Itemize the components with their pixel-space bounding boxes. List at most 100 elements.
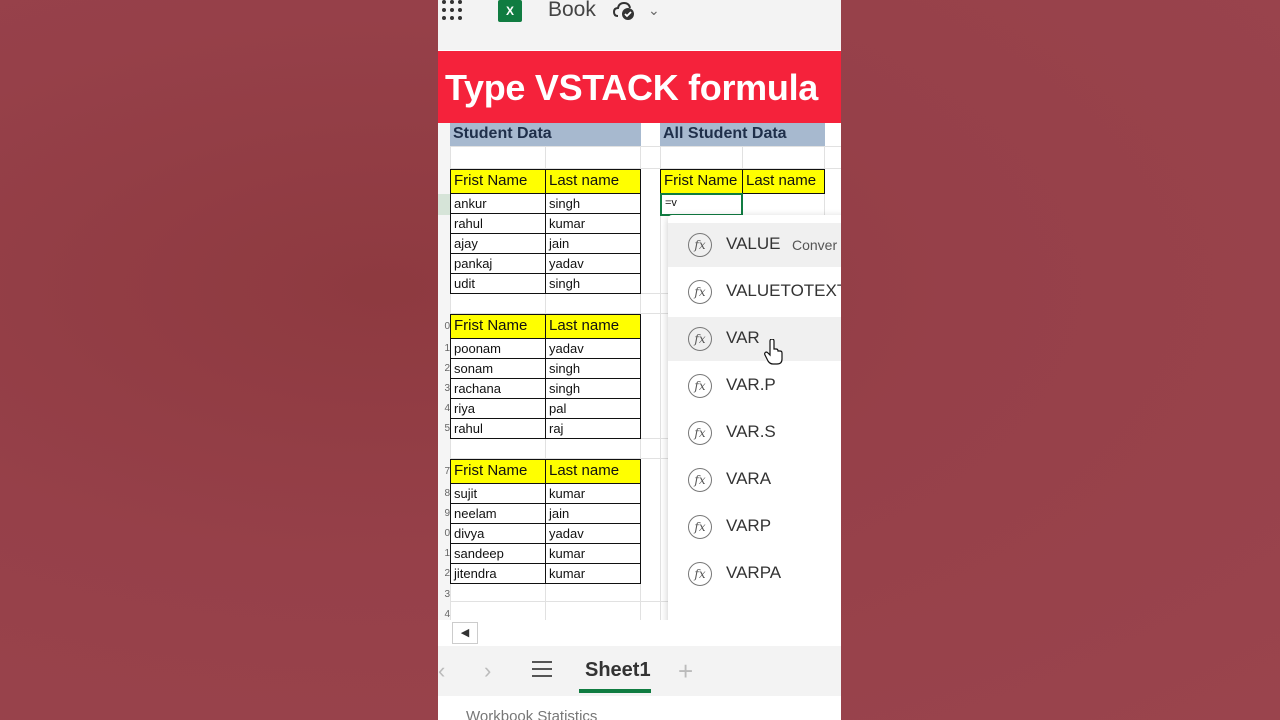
suggestion-item[interactable]: fx VAR.P <box>668 364 841 408</box>
header-first-name[interactable]: Frist Name <box>660 169 743 194</box>
suggestion-name: VAR.P <box>726 375 776 394</box>
cell-last-name[interactable]: singh <box>545 194 641 214</box>
sheet-tab-label: Sheet1 <box>585 659 651 681</box>
cell-last-name[interactable]: kumar <box>545 484 641 504</box>
cell-last-name[interactable]: singh <box>545 379 641 399</box>
cell-first-name[interactable]: rahul <box>450 214 546 234</box>
function-icon: fx <box>688 515 712 539</box>
cell-first-name[interactable]: pankaj <box>450 254 546 274</box>
cell-first-name[interactable]: ankur <box>450 194 546 214</box>
suggestion-name: VAR.S <box>726 422 776 441</box>
cell-first-name[interactable]: udit <box>450 274 546 294</box>
suggestion-item[interactable]: fx VARPA <box>668 552 841 596</box>
cell-first-name[interactable]: poonam <box>450 339 546 359</box>
cell-first-name[interactable]: rachana <box>450 379 546 399</box>
suggestion-item[interactable]: fx VALUE Conver <box>668 223 841 267</box>
cell-first-name[interactable]: riya <box>450 399 546 419</box>
header-last-name[interactable]: Last name <box>545 459 641 484</box>
cell-first-name[interactable]: sandeep <box>450 544 546 564</box>
cell-last-name[interactable]: jain <box>545 234 641 254</box>
excel-app-window: X Book ⌄ Type VSTACK formula 0 1 2 3 4 5… <box>438 0 841 720</box>
cell-first-name[interactable]: neelam <box>450 504 546 524</box>
row-number: 0 <box>444 321 450 332</box>
cell-first-name[interactable]: jitendra <box>450 564 546 584</box>
suggestion-name: VARP <box>726 516 772 535</box>
banner-text: Type VSTACK formula <box>445 67 819 108</box>
suggestion-name: VALUETOTEXT <box>726 281 841 300</box>
row-number: 3 <box>444 383 450 394</box>
chevron-left-icon[interactable]: ‹ <box>438 658 445 684</box>
cell-first-name[interactable]: divya <box>450 524 546 544</box>
function-icon: fx <box>688 468 712 492</box>
workbook-statistics-button[interactable]: Workbook Statistics <box>466 708 597 720</box>
cell-first-name[interactable]: ajay <box>450 234 546 254</box>
suggestion-item[interactable]: fx VALUETOTEXT <box>668 270 841 314</box>
row-number: 5 <box>444 423 450 434</box>
row-number: 1 <box>444 548 450 559</box>
tab-sheet1[interactable]: Sheet1 <box>579 656 651 694</box>
suggestion-name: VARA <box>726 469 772 488</box>
cell-last-name[interactable]: singh <box>545 274 641 294</box>
student-data-title[interactable]: Student Data <box>450 123 641 146</box>
header-first-name[interactable]: Frist Name <box>450 314 546 339</box>
row-number: 2 <box>444 363 450 374</box>
title-bar: X Book ⌄ <box>438 0 841 50</box>
row-number: 9 <box>444 508 450 519</box>
add-sheet-icon[interactable]: + <box>678 656 693 687</box>
header-last-name[interactable]: Last name <box>742 169 825 194</box>
function-icon: fx <box>688 233 712 257</box>
sheet-list-menu-icon[interactable] <box>532 661 552 677</box>
cell-last-name[interactable]: jain <box>545 504 641 524</box>
active-tab-indicator <box>579 689 651 693</box>
chevron-right-icon[interactable]: › <box>484 658 491 684</box>
suggestion-item[interactable]: fx VAR <box>668 317 841 365</box>
function-icon: fx <box>688 327 712 351</box>
cell-first-name[interactable]: sonam <box>450 359 546 379</box>
row-number: 2 <box>444 568 450 579</box>
app-launcher-icon[interactable] <box>440 0 468 22</box>
header-last-name[interactable]: Last name <box>545 169 641 194</box>
active-row-indicator <box>438 194 450 215</box>
function-icon: fx <box>688 374 712 398</box>
cell-last-name[interactable]: kumar <box>545 564 641 584</box>
suggestion-item[interactable]: fx VAR.S <box>668 411 841 455</box>
cell-last-name[interactable]: yadav <box>545 339 641 359</box>
suggestion-description: Conver <box>792 237 838 253</box>
row-number: 1 <box>444 343 450 354</box>
cell-last-name[interactable]: yadav <box>545 524 641 544</box>
row-number: 8 <box>444 488 450 499</box>
header-first-name[interactable]: Frist Name <box>450 459 546 484</box>
row-number: 3 <box>444 589 450 600</box>
hand-pointer-icon <box>764 339 783 365</box>
suggestion-item[interactable]: fx VARA <box>668 458 841 502</box>
cell-last-name[interactable]: singh <box>545 359 641 379</box>
cell-last-name[interactable]: yadav <box>545 254 641 274</box>
formula-autocomplete-list[interactable]: fx VALUE Conver fx VALUETOTEXT fx VAR fx… <box>668 215 841 633</box>
function-icon: fx <box>688 280 712 304</box>
header-last-name[interactable]: Last name <box>545 314 641 339</box>
cell-last-name[interactable]: kumar <box>545 214 641 234</box>
scroll-left-icon[interactable]: ◀ <box>452 622 478 644</box>
cell-first-name[interactable]: rahul <box>450 419 546 439</box>
cell-last-name[interactable]: raj <box>545 419 641 439</box>
function-icon: fx <box>688 562 712 586</box>
title-banner: Type VSTACK formula <box>438 51 841 123</box>
cell-last-name[interactable]: kumar <box>545 544 641 564</box>
function-icon: fx <box>688 421 712 445</box>
cell-last-name[interactable]: pal <box>545 399 641 419</box>
row-number: 4 <box>444 609 450 620</box>
suggestion-item[interactable]: fx VARP <box>668 505 841 549</box>
all-student-data-title[interactable]: All Student Data <box>660 123 825 146</box>
suggestion-name: VARPA <box>726 563 782 582</box>
workbook-title[interactable]: Book <box>548 0 596 22</box>
horizontal-scrollbar[interactable] <box>438 620 841 646</box>
header-first-name[interactable]: Frist Name <box>450 169 546 194</box>
chevron-down-icon[interactable]: ⌄ <box>648 2 660 19</box>
row-number: 0 <box>444 528 450 539</box>
cloud-saved-icon[interactable] <box>612 0 636 22</box>
cell-first-name[interactable]: sujit <box>450 484 546 504</box>
excel-logo-icon: X <box>498 0 528 22</box>
suggestion-name: VALUE <box>726 234 781 253</box>
active-cell[interactable]: =v <box>660 193 743 216</box>
suggestion-name: VAR <box>726 328 760 347</box>
